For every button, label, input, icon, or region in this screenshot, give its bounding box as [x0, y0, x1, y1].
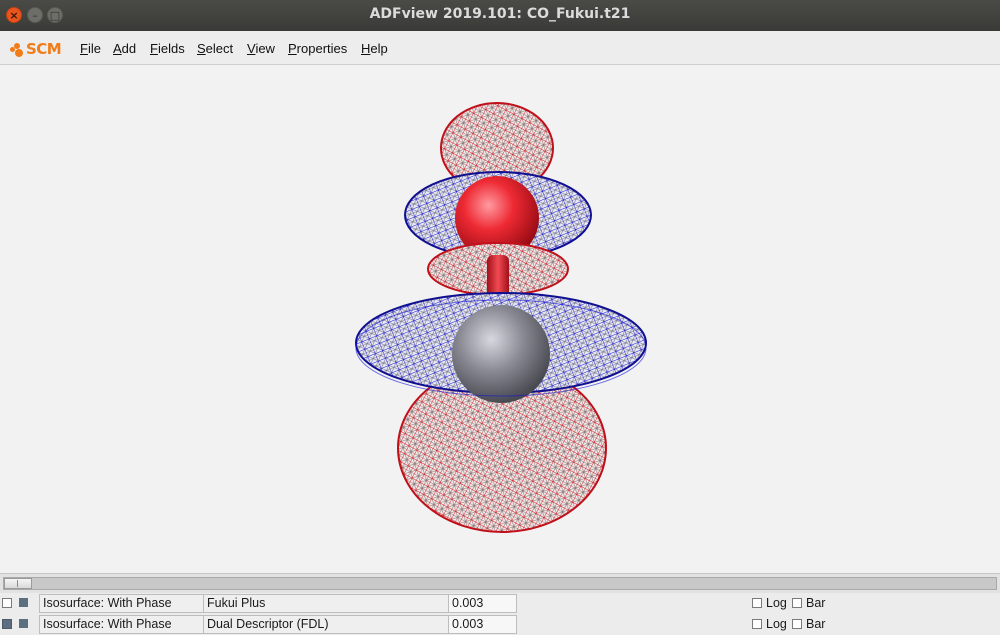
- menu-help[interactable]: Help: [361, 41, 388, 56]
- field-color-swatch[interactable]: [19, 598, 28, 607]
- field-list: Isosurface: With Phase Fukui Plus 0.003 …: [0, 593, 1000, 635]
- menu-properties[interactable]: Properties: [288, 41, 347, 56]
- menu-add[interactable]: Add: [113, 41, 136, 56]
- field-visible-checkbox[interactable]: [2, 619, 12, 629]
- slider-track[interactable]: [3, 577, 997, 590]
- log-checkbox[interactable]: [752, 598, 762, 608]
- field-name-select[interactable]: Fukui Plus: [203, 594, 449, 613]
- field-visible-checkbox[interactable]: [2, 598, 12, 608]
- window-titlebar: × – □ ADFview 2019.101: CO_Fukui.t21: [0, 0, 1000, 31]
- molecule-viewport[interactable]: [0, 65, 1000, 573]
- menu-view[interactable]: View: [247, 41, 275, 56]
- window-title: ADFview 2019.101: CO_Fukui.t21: [369, 6, 631, 22]
- bar-checkbox[interactable]: [792, 598, 802, 608]
- menu-file[interactable]: File: [80, 41, 101, 56]
- log-label: Log: [766, 596, 787, 610]
- scm-logo-icon: [10, 42, 24, 57]
- carbon-atom: [452, 305, 550, 403]
- field-color-swatch[interactable]: [19, 619, 28, 628]
- bar-label: Bar: [806, 596, 826, 610]
- log-checkbox[interactable]: [752, 619, 762, 629]
- menu-select[interactable]: Select: [197, 41, 233, 56]
- bar-label: Bar: [806, 617, 826, 631]
- field-type-select[interactable]: Isosurface: With Phase: [39, 615, 204, 634]
- scm-logo-text: SCM: [26, 40, 62, 58]
- bar-checkbox[interactable]: [792, 619, 802, 629]
- isovalue-input[interactable]: 0.003: [448, 594, 517, 613]
- menu-bar: SCM File Add Fields Select View Properti…: [0, 31, 1000, 65]
- frame-slider[interactable]: [0, 573, 1000, 593]
- isovalue-input[interactable]: 0.003: [448, 615, 517, 634]
- scm-logo[interactable]: SCM: [10, 40, 62, 58]
- slider-thumb[interactable]: [4, 578, 32, 589]
- log-label: Log: [766, 617, 787, 631]
- field-name-select[interactable]: Dual Descriptor (FDL): [203, 615, 449, 634]
- field-row: Isosurface: With Phase Fukui Plus 0.003 …: [0, 593, 1000, 614]
- isosurface-render: [355, 102, 647, 533]
- menu-fields[interactable]: Fields: [150, 41, 185, 56]
- field-type-select[interactable]: Isosurface: With Phase: [39, 594, 204, 613]
- field-row: Isosurface: With Phase Dual Descriptor (…: [0, 614, 1000, 635]
